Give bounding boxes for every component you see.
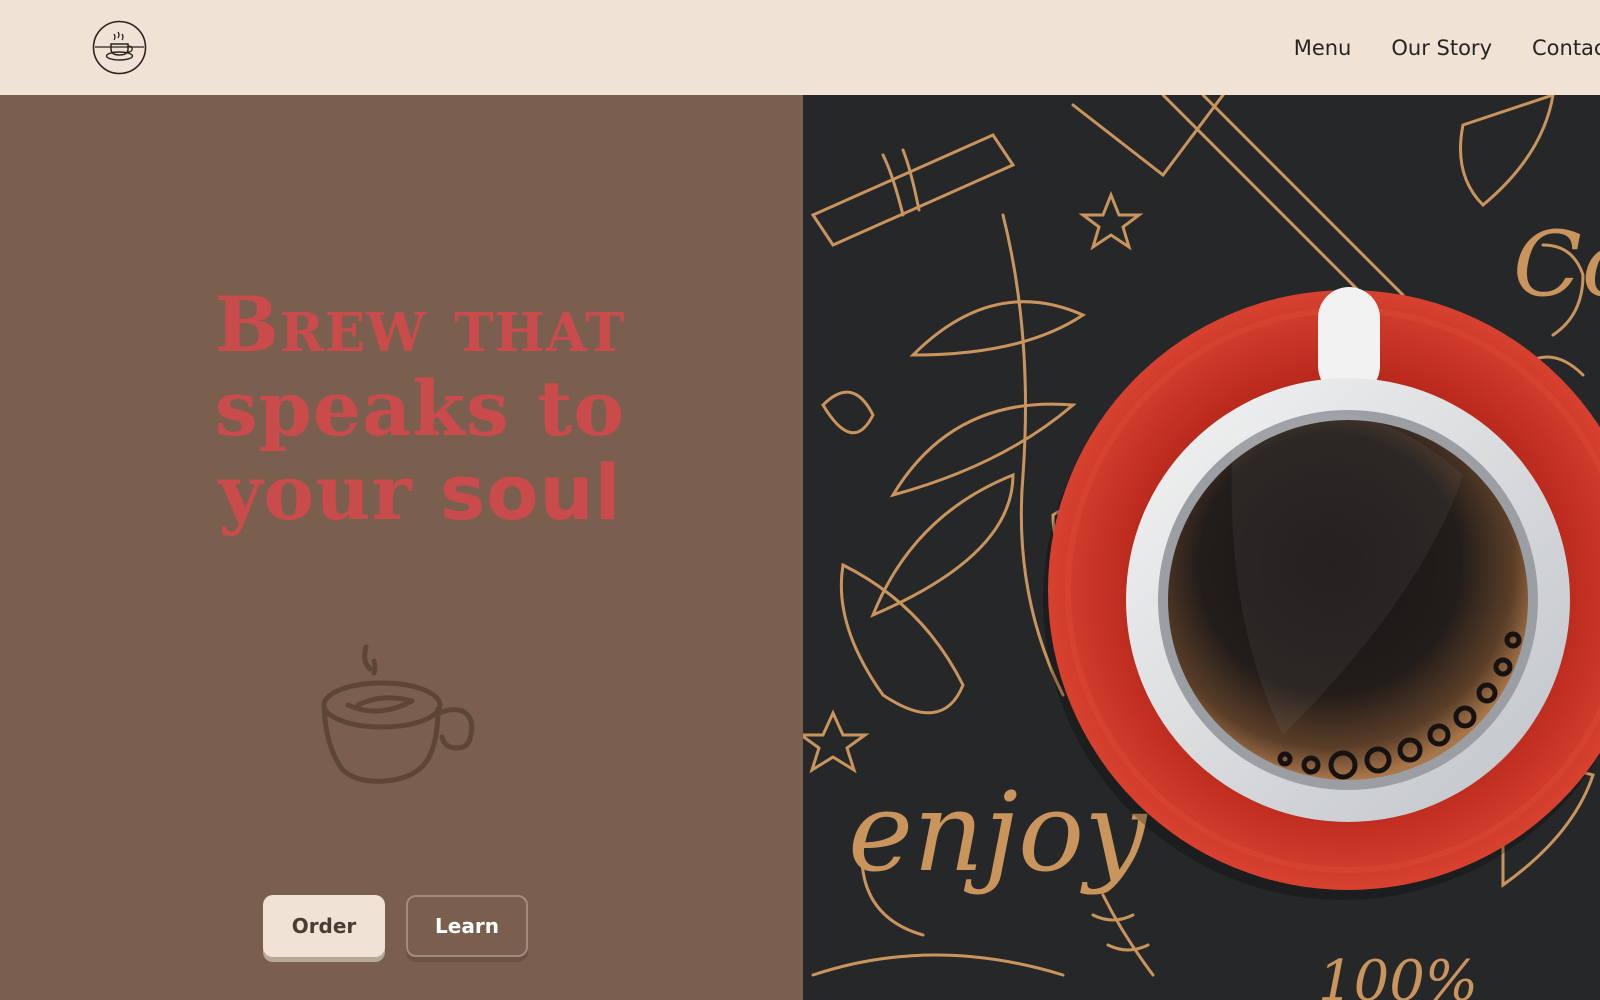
hero-headline-line-2: speaks to [214, 364, 626, 453]
order-button[interactable]: Order [263, 895, 385, 957]
main-nav: Menu Our Story Contac [1294, 34, 1600, 62]
percent-badge-text: 100% [1318, 949, 1478, 1000]
coffee-logo-icon[interactable] [92, 20, 147, 75]
hero-left-panel: Brew that speaks to your soul Order Lear… [0, 95, 803, 1000]
nav-our-story-link[interactable]: Our Story [1391, 36, 1492, 60]
hero-headline: Brew that speaks to your soul [120, 283, 720, 535]
nav-menu-link[interactable]: Menu [1294, 36, 1352, 60]
coffee-cup-icon [321, 644, 475, 784]
hero-headline-line-1: Brew that [214, 280, 626, 369]
enjoy-script-text: enjoy [848, 768, 1148, 896]
nav-contact-link[interactable]: Contac [1532, 36, 1600, 60]
hero-image: enjoy 100% Co Ti [803, 95, 1600, 1000]
coffee-time-text: Co Ti [1513, 212, 1600, 317]
learn-button[interactable]: Learn [406, 895, 528, 957]
hero-headline-emphasis: soul [440, 448, 622, 537]
hero-headline-line-3-prefix: your [218, 448, 440, 537]
coffee-illustration: enjoy 100% Co Ti [803, 95, 1600, 1000]
top-navigation-bar: Menu Our Story Contac [0, 0, 1600, 95]
hero-headline-line-3: your soul [120, 451, 720, 535]
